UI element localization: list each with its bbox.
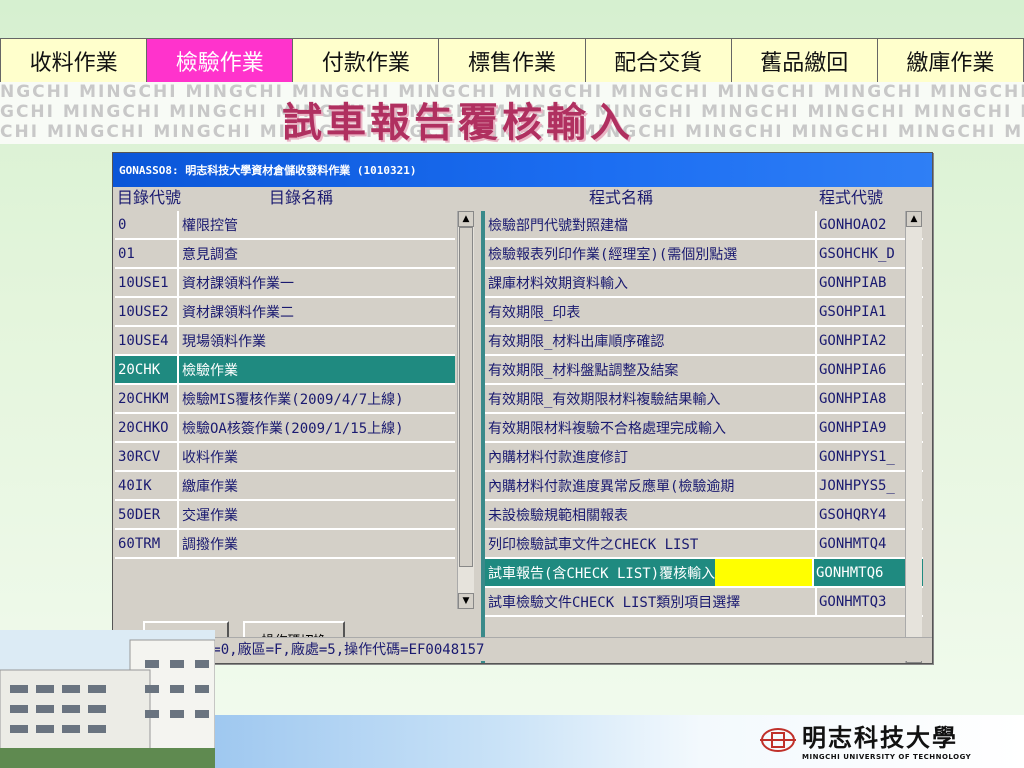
status-bar: 公司=E,事業部=0,廠區=F,廠處=5,操作代碼=EF0048157	[113, 637, 932, 661]
catalog-row[interactable]: 20CHKM 檢驗MIS覆核作業(2009/4/7上線)	[115, 385, 455, 414]
catalog-row[interactable]: 10USE2 資材課領料作業二	[115, 298, 455, 327]
catalog-row[interactable]: 10USE1 資材課領料作業一	[115, 269, 455, 298]
program-row[interactable]: 有效期限_材料出庫順序確認 GONHPIA2	[485, 327, 923, 356]
program-code-header: 程式代號	[819, 188, 884, 207]
nav-tab[interactable]: 檢驗作業	[147, 39, 294, 83]
catalog-code-cell: 0	[115, 211, 179, 238]
nav-tab[interactable]: 繳庫作業	[878, 39, 1024, 83]
program-name-cell: 未設檢驗規範相關報表	[485, 501, 817, 528]
catalog-name-cell: 意見調查	[182, 246, 238, 263]
catalog-name-cell: 收料作業	[182, 449, 238, 466]
catalog-row[interactable]: 01 意見調查	[115, 240, 455, 269]
program-name-cell: 課庫材料效期資料輸入	[485, 269, 817, 296]
catalog-row[interactable]: 30RCV 收料作業	[115, 443, 455, 472]
university-name-en: MINGCHI UNIVERSITY OF TECHNOLOGY	[802, 753, 972, 761]
program-name-cell: 有效期限_印表	[485, 298, 817, 325]
nav-tab[interactable]: 配合交貨	[586, 39, 732, 83]
catalog-name-cell: 檢驗OA核簽作業(2009/1/15上線)	[182, 420, 404, 437]
program-name-cell: 有效期限_材料出庫順序確認	[485, 327, 817, 354]
nav-tab[interactable]: 付款作業	[293, 39, 440, 83]
catalog-code-cell: 20CHK	[115, 356, 179, 383]
program-name-cell: 檢驗報表列印作業(經理室)(需個別點選	[485, 240, 817, 267]
catalog-name-cell: 繳庫作業	[182, 478, 238, 495]
catalog-row[interactable]: 60TRM 調撥作業	[115, 530, 455, 559]
selection-highlight	[715, 559, 812, 586]
program-row[interactable]: 有效期限_印表 GSOHPIA1	[485, 298, 923, 327]
catalog-code-cell: 20CHKO	[115, 414, 179, 441]
catalog-name-header: 目錄名稱	[269, 188, 334, 207]
catalog-code-cell: 30RCV	[115, 443, 179, 470]
catalog-row[interactable]: 50DER 交運作業	[115, 501, 455, 530]
catalog-row[interactable]: 20CHKO 檢驗OA核簽作業(2009/1/15上線)	[115, 414, 455, 443]
catalog-name-cell: 現場領料作業	[182, 333, 266, 350]
university-emblem-icon	[760, 727, 796, 752]
program-name-cell: 試車檢驗文件CHECK LIST類別項目選擇	[485, 588, 817, 615]
program-row[interactable]: 課庫材料效期資料輸入 GONHPIAB	[485, 269, 923, 298]
program-name-cell: 有效期限材料複驗不合格處理完成輸入	[485, 414, 817, 441]
catalog-name-cell: 資材課領料作業一	[182, 275, 294, 292]
program-name-cell: 有效期限_有效期限材料複驗結果輸入	[485, 385, 817, 412]
program-scrollbar[interactable]: ▲ ▼	[905, 211, 922, 663]
window-body: 目錄代號 目錄名稱 程式名稱 程式代號 0 權限控管 01 意見調查 10USE1 資材課…	[113, 187, 932, 663]
app-window: GONASSO8: 明志科技大學資材倉儲收發料作業 (1010321) 目錄代號…	[112, 152, 933, 664]
catalog-code-cell: 10USE2	[115, 298, 179, 325]
program-row[interactable]: 未設檢驗規範相關報表 GSOHQRY4	[485, 501, 923, 530]
program-row[interactable]: 列印檢驗試車文件之CHECK LIST GONHMTQ4	[485, 530, 923, 559]
catalog-name-cell: 權限控管	[182, 217, 238, 234]
selected-program-label: 試車報告(含CHECK LIST)覆核輸入	[485, 559, 716, 586]
window-titlebar: GONASSO8: 明志科技大學資材倉儲收發料作業 (1010321)	[113, 153, 932, 187]
nav-tab[interactable]: 舊品繳回	[732, 39, 878, 83]
program-name-cell: 檢驗部門代號對照建檔	[485, 211, 817, 238]
program-list[interactable]: 檢驗部門代號對照建檔 GONHOAO2 檢驗報表列印作業(經理室)(需個別點選 GSO…	[481, 211, 923, 663]
program-row[interactable]: 試車報告(含CHECK LIST)覆核輸入 GONHMTQ6	[485, 559, 923, 588]
scroll-thumb[interactable]	[459, 227, 473, 567]
campus-building-image	[0, 630, 215, 768]
catalog-code-cell: 10USE1	[115, 269, 179, 296]
catalog-code-cell: 20CHKM	[115, 385, 179, 412]
catalog-code-cell: 40IK	[115, 472, 179, 499]
catalog-scrollbar[interactable]: ▲ ▼	[457, 211, 474, 609]
catalog-row[interactable]: 40IK 繳庫作業	[115, 472, 455, 501]
catalog-code-cell: 01	[115, 240, 179, 267]
scroll-track	[907, 227, 921, 637]
program-row[interactable]: 內購材料付款進度修訂 GONHPYS1_	[485, 443, 923, 472]
scroll-down-icon[interactable]: ▼	[458, 593, 474, 609]
catalog-name-cell: 交運作業	[182, 507, 238, 524]
program-row[interactable]: 檢驗部門代號對照建檔 GONHOAO2	[485, 211, 923, 240]
catalog-name-cell: 檢驗MIS覆核作業(2009/4/7上線)	[182, 391, 404, 408]
catalog-code-cell: 50DER	[115, 501, 179, 528]
program-name-cell: 內購材料付款進度異常反應單(檢驗逾期	[485, 472, 817, 499]
program-row[interactable]: 有效期限材料複驗不合格處理完成輸入 GONHPIA9	[485, 414, 923, 443]
program-row[interactable]: 檢驗報表列印作業(經理室)(需個別點選 GSOHCHK_D	[485, 240, 923, 269]
catalog-row[interactable]: 20CHK 檢驗作業	[115, 356, 455, 385]
catalog-row[interactable]: 0 權限控管	[115, 211, 455, 240]
top-nav: 收料作業 檢驗作業 付款作業 標售作業 配合交貨 舊品繳回 繳庫作業	[0, 38, 1024, 84]
program-row[interactable]: 內購材料付款進度異常反應單(檢驗逾期 JONHPYS5_	[485, 472, 923, 501]
catalog-name-cell: 調撥作業	[182, 536, 238, 553]
nav-tab[interactable]: 標售作業	[439, 39, 586, 83]
university-name: 明志科技大學	[802, 723, 958, 752]
catalog-row[interactable]: 10USE4 現場領料作業	[115, 327, 455, 356]
program-name-header: 程式名稱	[589, 188, 654, 207]
program-row[interactable]: 有效期限_材料盤點調整及結案 GONHPIA6	[485, 356, 923, 385]
program-name-cell: 有效期限_材料盤點調整及結案	[485, 356, 817, 383]
catalog-code-cell: 10USE4	[115, 327, 179, 354]
nav-tab[interactable]: 收料作業	[0, 39, 148, 83]
catalog-list[interactable]: 0 權限控管 01 意見調查 10USE1 資材課領料作業一 10USE2 資材課領料作業二 1…	[115, 211, 455, 609]
program-row[interactable]: 試車檢驗文件CHECK LIST類別項目選擇 GONHMTQ3	[485, 588, 923, 617]
program-name-cell: 試車報告(含CHECK LIST)覆核輸入	[485, 559, 814, 586]
scroll-up-icon[interactable]: ▲	[906, 211, 922, 227]
university-logo: 明志科技大學 MINGCHI UNIVERSITY OF TECHNOLOGY	[760, 718, 971, 761]
page-title: 試車報告覆核輸入	[282, 99, 634, 146]
catalog-name-cell: 檢驗作業	[182, 362, 238, 379]
scroll-up-icon[interactable]: ▲	[458, 211, 474, 227]
program-name-cell: 內購材料付款進度修訂	[485, 443, 817, 470]
program-name-cell: 列印檢驗試車文件之CHECK LIST	[485, 530, 817, 557]
program-row[interactable]: 有效期限_有效期限材料複驗結果輸入 GONHPIA8	[485, 385, 923, 414]
catalog-code-header: 目錄代號	[117, 188, 182, 207]
catalog-name-cell: 資材課領料作業二	[182, 304, 294, 321]
catalog-code-cell: 60TRM	[115, 530, 179, 557]
